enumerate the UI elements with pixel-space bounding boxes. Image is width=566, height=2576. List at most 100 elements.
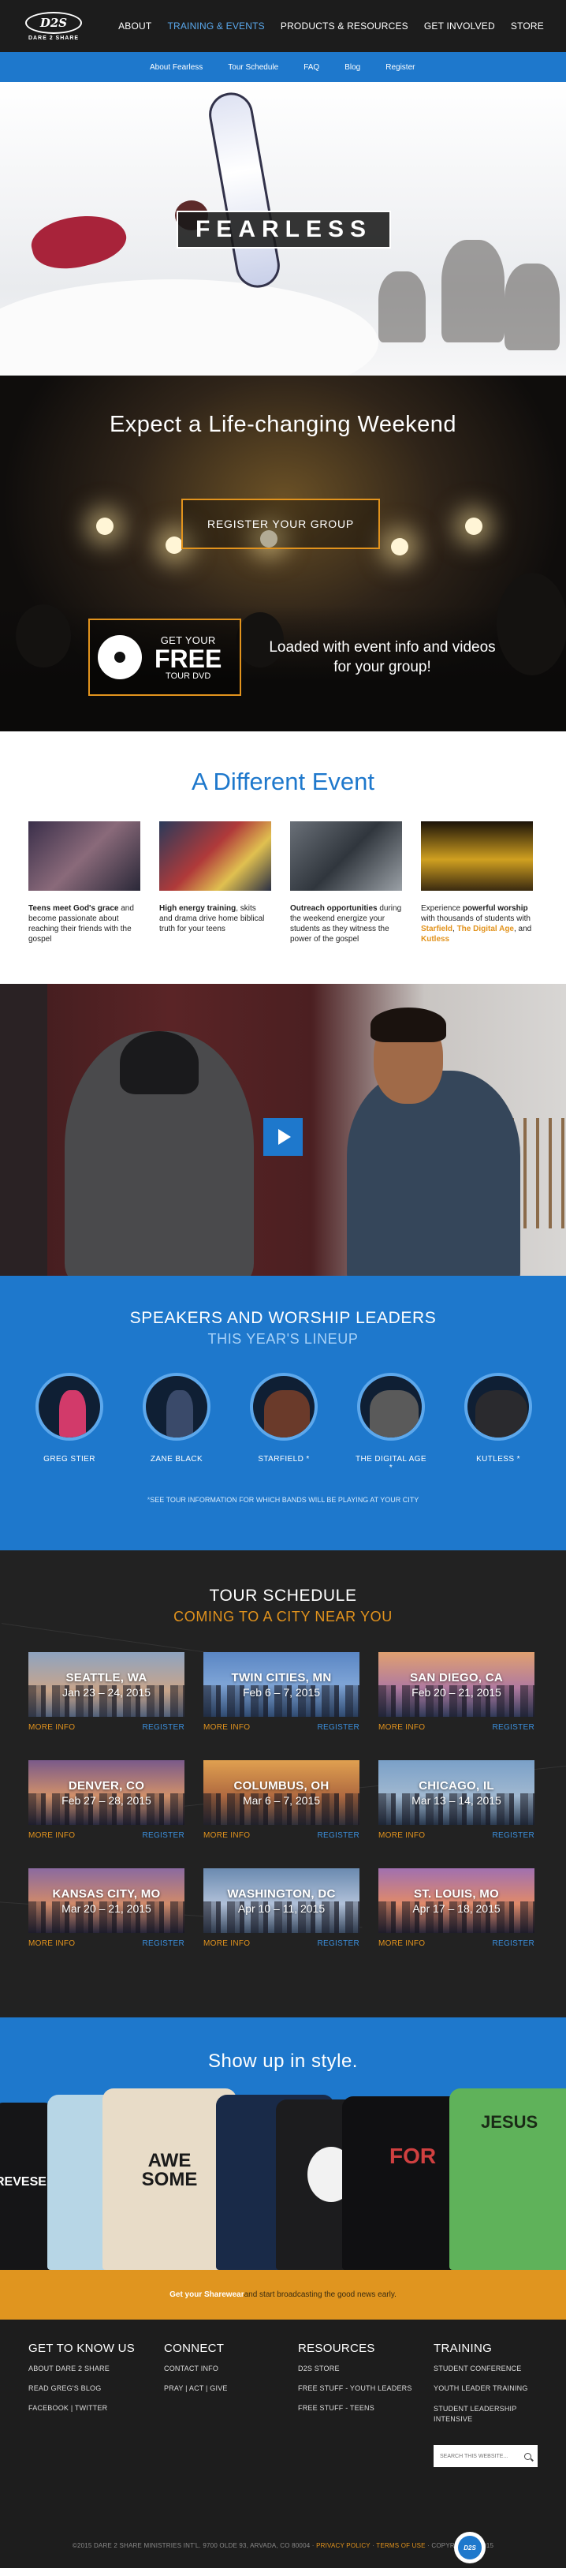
footer-link[interactable]: FREE STUFF - YOUTH LEADERS (298, 2384, 412, 2392)
speaker-item[interactable]: ZANE BLACK (139, 1373, 214, 1472)
speaker-avatar (464, 1373, 532, 1441)
footer-link[interactable]: PRAY | ACT | GIVE (164, 2384, 228, 2392)
speaker-avatar (250, 1373, 318, 1441)
footer-link[interactable]: ABOUT DARE 2 SHARE (28, 2365, 135, 2372)
register-link[interactable]: REGISTER (492, 1723, 534, 1732)
more-info-link[interactable]: MORE INFO (203, 1939, 250, 1948)
tour-subtitle: COMING TO A CITY NEAR YOU (173, 1609, 393, 1624)
city-image[interactable]: CHICAGO, IL Mar 13 – 14, 2015 (378, 1760, 534, 1825)
speaker-item[interactable]: THE DIGITAL AGE * (353, 1373, 429, 1472)
footer-link[interactable]: STUDENT CONFERENCE (434, 2365, 544, 2372)
register-link[interactable]: REGISTER (317, 1939, 359, 1948)
footer-col-training: TRAINING STUDENT CONFERENCE YOUTH LEADER… (434, 2342, 544, 2436)
register-link[interactable]: REGISTER (317, 1831, 359, 1840)
nav-about[interactable]: ABOUT (110, 21, 159, 32)
hero-tree (505, 264, 560, 350)
footer-link[interactable]: D2S STORE (298, 2365, 412, 2372)
more-info-link[interactable]: MORE INFO (378, 1723, 425, 1732)
city-image[interactable]: TWIN CITIES, MN Feb 6 – 7, 2015 (203, 1652, 359, 1717)
city-dates: Jan 23 – 24, 2015 (61, 1685, 151, 1699)
register-group-button[interactable]: REGISTER YOUR GROUP (181, 499, 380, 549)
free-dvd-button[interactable]: GET YOUR FREE TOUR DVD (88, 619, 241, 696)
terms-link[interactable]: TERMS OF USE (376, 2542, 425, 2549)
city-dates: Mar 20 – 21, 2015 (61, 1901, 151, 1915)
footer-col-get-to-know-us: GET TO KNOW US ABOUT DARE 2 SHARE READ G… (28, 2342, 135, 2424)
city-dates: Mar 6 – 7, 2015 (242, 1793, 321, 1807)
register-link[interactable]: REGISTER (317, 1723, 359, 1732)
privacy-link[interactable]: PRIVACY POLICY (316, 2542, 371, 2549)
site-logo[interactable]: D2S DARE 2 SHARE (16, 9, 91, 43)
footer-col-title: GET TO KNOW US (28, 2342, 136, 2355)
hero-snowboarder (27, 205, 131, 278)
city-image[interactable]: WASHINGTON, DC Apr 10 – 11, 2015 (203, 1868, 359, 1933)
weekend-section: Expect a Life-changing Weekend REGISTER … (0, 376, 566, 731)
event-card-photo (290, 821, 402, 891)
different-event-title: A Different Event (191, 768, 375, 795)
hero-snow (0, 279, 378, 376)
event-card: Outreach opportunities during the weeken… (290, 821, 402, 944)
city-dates: Feb 6 – 7, 2015 (242, 1685, 321, 1699)
video-player[interactable] (0, 984, 566, 1276)
more-info-link[interactable]: MORE INFO (203, 1723, 250, 1732)
city-name: KANSAS CITY, MO (52, 1886, 161, 1901)
footer-link[interactable]: READ GREG'S BLOG (28, 2384, 135, 2392)
footer-link[interactable]: FREE STUFF - TEENS (298, 2404, 412, 2412)
nav-get-involved[interactable]: GET INVOLVED (416, 21, 503, 32)
speaker-item[interactable]: STARFIELD * (246, 1373, 322, 1472)
footer-search (434, 2445, 538, 2467)
footer-link[interactable]: CONTACT INFO (164, 2365, 228, 2372)
event-card-photo (421, 821, 533, 891)
more-info-link[interactable]: MORE INFO (28, 1939, 75, 1948)
footer-col-connect: CONNECT CONTACT INFO PRAY | ACT | GIVE (164, 2342, 228, 2404)
play-button[interactable] (263, 1118, 303, 1156)
more-info-link[interactable]: MORE INFO (378, 1831, 425, 1840)
more-info-link[interactable]: MORE INFO (28, 1723, 75, 1732)
subnav-register[interactable]: Register (374, 63, 429, 72)
footer-link[interactable]: STUDENT LEADERSHIP INTENSIVE (434, 2404, 544, 2425)
nav-store[interactable]: STORE (503, 21, 552, 32)
more-info-link[interactable]: MORE INFO (203, 1831, 250, 1840)
more-info-link[interactable]: MORE INFO (28, 1831, 75, 1840)
city-image[interactable]: ST. LOUIS, MO Apr 17 – 18, 2015 (378, 1868, 534, 1933)
city-image[interactable]: COLUMBUS, OH Mar 6 – 7, 2015 (203, 1760, 359, 1825)
footer-logo[interactable]: D2S (454, 2532, 486, 2563)
search-input[interactable] (440, 2453, 519, 2459)
register-link[interactable]: REGISTER (492, 1939, 534, 1948)
nav-training-events[interactable]: TRAINING & EVENTS (159, 21, 272, 32)
subnav-about-fearless[interactable]: About Fearless (139, 63, 217, 72)
city-name: ST. LOUIS, MO (413, 1886, 500, 1901)
city-image[interactable]: DENVER, CO Feb 27 – 28, 2015 (28, 1760, 184, 1825)
register-link[interactable]: REGISTER (142, 1831, 184, 1840)
city-card: COLUMBUS, OH Mar 6 – 7, 2015 MORE INFO REGI… (203, 1760, 359, 1840)
city-name: SEATTLE, WA (65, 1670, 147, 1684)
apparel-section: Show up in style. REVESE AWE SOME FOR JE… (0, 2017, 566, 2270)
speaker-item[interactable]: KUTLESS * (460, 1373, 536, 1472)
hero-snowboard (205, 89, 284, 291)
hero-banner: FEARLESS (0, 82, 566, 376)
city-card: KANSAS CITY, MO Mar 20 – 21, 2015 MORE INF… (28, 1868, 184, 1948)
subnav-tour-schedule[interactable]: Tour Schedule (217, 63, 292, 72)
speakers-note: *SEE TOUR INFORMATION FOR WHICH BANDS WI… (147, 1496, 419, 1504)
sharewear-banner[interactable]: Get your Sharewear and start broadcastin… (0, 2270, 566, 2320)
subnav-faq[interactable]: FAQ (292, 63, 333, 72)
footer-link[interactable]: FACEBOOK | TWITTER (28, 2404, 135, 2412)
footer-link[interactable]: YOUTH LEADER TRAINING (434, 2384, 544, 2392)
more-info-link[interactable]: MORE INFO (378, 1939, 425, 1948)
city-image[interactable]: SAN DIEGO, CA Feb 20 – 21, 2015 (378, 1652, 534, 1717)
register-link[interactable]: REGISTER (492, 1831, 534, 1840)
nav-products-resources[interactable]: PRODUCTS & RESOURCES (273, 21, 416, 32)
subnav-blog[interactable]: Blog (333, 63, 374, 72)
play-icon (278, 1129, 291, 1145)
search-icon[interactable] (524, 2452, 531, 2460)
tour-schedule-section: TOUR SCHEDULE COMING TO A CITY NEAR YOU … (0, 1550, 566, 2017)
speaker-avatar (143, 1373, 210, 1441)
logo-text: DARE 2 SHARE (28, 35, 80, 41)
register-link[interactable]: REGISTER (142, 1723, 184, 1732)
city-image[interactable]: SEATTLE, WA Jan 23 – 24, 2015 (28, 1652, 184, 1717)
city-name: DENVER, CO (68, 1778, 145, 1793)
tour-title: TOUR SCHEDULE (209, 1587, 357, 1605)
speaker-name: ZANE BLACK (150, 1455, 203, 1464)
register-link[interactable]: REGISTER (142, 1939, 184, 1948)
city-image[interactable]: KANSAS CITY, MO Mar 20 – 21, 2015 (28, 1868, 184, 1933)
speaker-item[interactable]: GREG STIER (32, 1373, 107, 1472)
